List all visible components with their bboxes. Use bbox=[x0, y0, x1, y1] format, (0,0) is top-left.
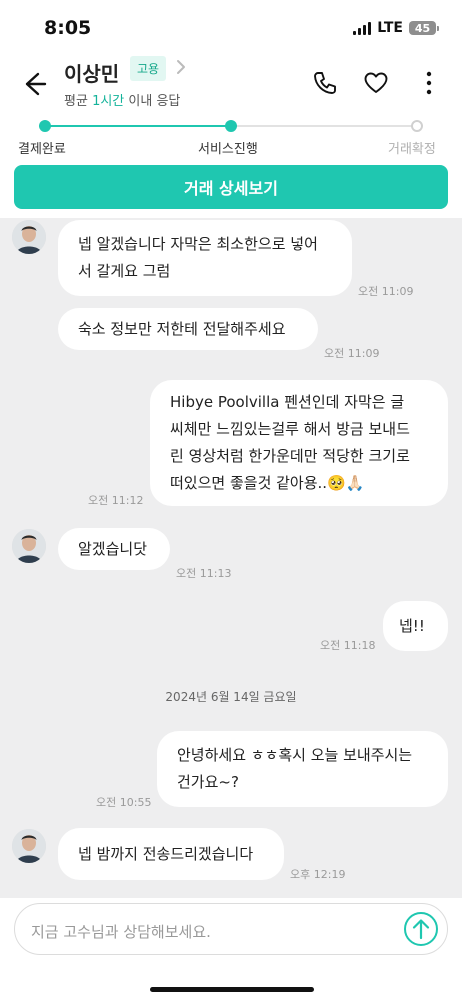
status-time: 8:05 bbox=[44, 17, 92, 39]
step-dot-in-progress bbox=[225, 120, 237, 132]
message-text: 숙소 정보만 저한테 전달해주세요 bbox=[78, 319, 286, 338]
battery-icon: 45 bbox=[409, 21, 439, 35]
message-bubble-sent: 넵!! bbox=[383, 601, 448, 651]
message-text: 안녕하세요 ㅎㅎ혹시 오늘 보내주시는 bbox=[177, 746, 413, 764]
message-time: 오전 11:13 bbox=[176, 567, 232, 580]
message-bubble-received: 넵 알겠습니다 자막은 최소한으로 넣어서 갈게요 그럼 bbox=[58, 220, 352, 296]
avatar[interactable] bbox=[12, 529, 46, 563]
phone-icon[interactable] bbox=[312, 70, 338, 96]
message-time: 오전 11:18 bbox=[320, 639, 376, 652]
message-text: 린 영상처럼 한가운데만 적당한 크기로 bbox=[170, 447, 410, 465]
hire-badge: 고용 bbox=[130, 56, 167, 81]
send-icon[interactable] bbox=[403, 911, 439, 947]
view-transaction-details-button[interactable]: 거래 상세보기 bbox=[14, 165, 448, 209]
progress-track-pending bbox=[231, 125, 417, 127]
home-indicator[interactable] bbox=[150, 987, 314, 992]
step-dot-confirmed bbox=[411, 120, 423, 132]
response-suffix: 이내 응답 bbox=[124, 94, 181, 109]
message-bubble-sent: Hibye Poolvilla 펜션인데 자막은 글 씨체만 느낌있는걸루 해서… bbox=[150, 380, 448, 506]
message-text: 넵!! bbox=[399, 616, 425, 635]
response-time: 평균 1시간 이내 응답 bbox=[64, 90, 180, 109]
message-text: 넵 알겠습니다 자막은 최소한으로 넣어 bbox=[78, 235, 318, 253]
response-highlight: 1시간 bbox=[92, 94, 125, 109]
step-label-confirmed: 거래확정 bbox=[388, 142, 436, 157]
step-label-in-progress: 서비스진행 bbox=[198, 142, 258, 157]
response-prefix: 평균 bbox=[64, 94, 93, 109]
step-dot-paid bbox=[39, 120, 51, 132]
message-text: 건가요~? bbox=[177, 773, 239, 791]
avatar[interactable] bbox=[12, 829, 46, 863]
message-text: Hibye Poolvilla 펜션인데 자막은 글 bbox=[170, 393, 405, 411]
signal-icon bbox=[353, 21, 372, 35]
more-vertical-icon[interactable] bbox=[416, 70, 442, 96]
status-bar: 8:05 LTE 45 bbox=[0, 0, 462, 52]
message-input-placeholder: 지금 고수님과 상담해보세요. bbox=[31, 923, 211, 941]
status-indicators: LTE 45 bbox=[353, 20, 439, 36]
message-text: 서 갈게요 그럼 bbox=[78, 262, 171, 280]
battery-level: 45 bbox=[414, 21, 431, 35]
chevron-right-icon[interactable] bbox=[174, 58, 188, 76]
message-time: 오전 11:09 bbox=[358, 285, 414, 298]
avatar[interactable] bbox=[12, 220, 46, 254]
message-text: 씨체만 느낌있는걸루 해서 방금 보내드 bbox=[170, 420, 410, 438]
message-bubble-received: 넵 밤까지 전송드리겠습니다 bbox=[58, 828, 284, 880]
message-text: 알겠습니닷 bbox=[78, 539, 148, 558]
back-arrow-icon[interactable] bbox=[18, 68, 50, 100]
message-bubble-received: 알겠습니닷 bbox=[58, 528, 170, 570]
message-bubble-received: 숙소 정보만 저한테 전달해주세요 bbox=[58, 308, 318, 350]
network-label: LTE bbox=[377, 20, 403, 36]
transaction-progress: 결제완료 서비스진행 거래확정 bbox=[0, 114, 462, 160]
contact-name[interactable]: 이상민 bbox=[64, 58, 119, 87]
message-bubble-sent: 안녕하세요 ㅎㅎ혹시 오늘 보내주시는건가요~? bbox=[157, 731, 448, 807]
message-text: 떠있으면 좋을것 같아용..🥺🙏🏻 bbox=[170, 474, 365, 492]
message-text: 넵 밤까지 전송드리겠습니다 bbox=[78, 844, 254, 863]
step-label-paid: 결제완료 bbox=[18, 142, 66, 157]
date-separator: 2024년 6월 14일 금요일 bbox=[165, 690, 297, 704]
message-input[interactable]: 지금 고수님과 상담해보세요. bbox=[14, 903, 448, 955]
message-time: 오전 11:12 bbox=[88, 494, 144, 507]
chat-header: 이상민 고용 평균 1시간 이내 응답 bbox=[0, 52, 462, 114]
progress-track-done bbox=[45, 125, 231, 127]
heart-icon[interactable] bbox=[363, 70, 389, 96]
message-time: 오전 10:55 bbox=[96, 796, 152, 809]
message-time: 오전 11:09 bbox=[324, 347, 380, 360]
message-time: 오후 12:19 bbox=[290, 868, 346, 881]
message-composer: 지금 고수님과 상담해보세요. bbox=[0, 898, 462, 970]
chat-messages[interactable]: 넵 알겠습니다 자막은 최소한으로 넣어서 갈게요 그럼 오전 11:09 숙소… bbox=[0, 218, 462, 898]
